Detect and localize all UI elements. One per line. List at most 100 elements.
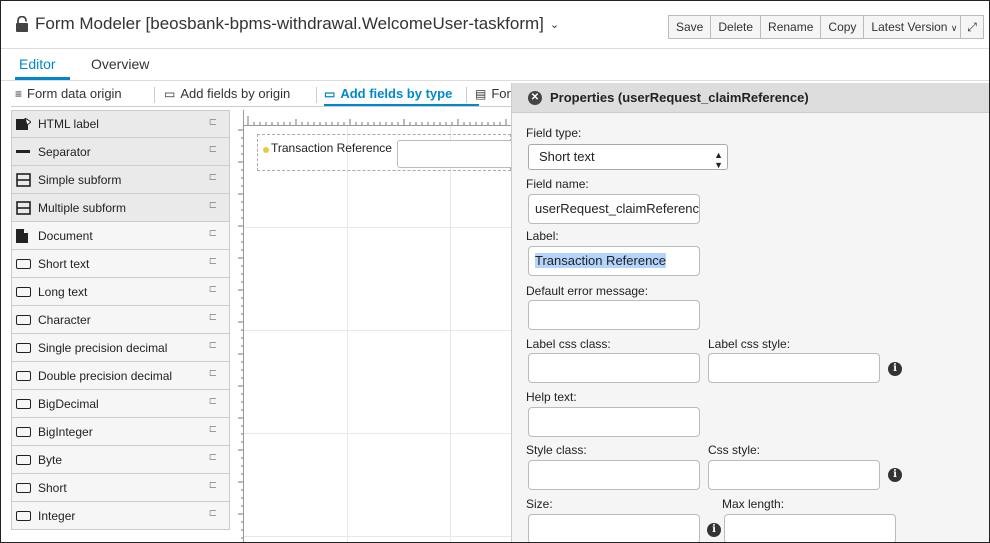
fields-icon: ▭ [324,86,336,101]
add-fields-by-type-label: Add fields by type [340,86,453,101]
palette-item-document[interactable]: Document ⊏ [11,222,230,250]
label-label: Label: [526,229,559,243]
textbox-icon [16,314,34,325]
drag-handle-icon[interactable]: ⊏ [209,508,217,519]
drag-handle-icon[interactable]: ⊏ [209,144,217,155]
palette-item-simple-subform[interactable]: Simple subform ⊏ [11,166,230,194]
divider [154,87,155,103]
drag-handle-icon[interactable]: ⊏ [209,117,217,128]
fields-icon: ▭ [164,86,176,101]
css-style-input[interactable] [708,460,880,490]
lock-icon [16,16,28,32]
palette-item-integer[interactable]: Integer ⊏ [11,502,230,530]
form-properties-tab[interactable]: ▤ For [475,86,511,101]
label-css-class-input[interactable] [528,353,700,383]
canvas-field-input[interactable] [397,140,517,168]
palette-item-single-precision-decimal[interactable]: Single precision decimal ⊏ [11,334,230,362]
add-fields-by-type-tab[interactable]: ▭ Add fields by type [324,86,452,101]
label-css-style-input[interactable] [708,353,880,383]
copy-button[interactable]: Copy [820,15,864,39]
tab-overview[interactable]: Overview [91,56,149,72]
close-icon[interactable]: ✕ [528,90,542,105]
palette-item-multiple-subform[interactable]: Multiple subform ⊏ [11,194,230,222]
palette-item-biginteger[interactable]: BigInteger ⊏ [11,418,230,446]
textbox-icon [16,426,34,437]
textbox-icon [16,454,34,465]
label-css-style-label: Label css style: [708,337,791,351]
expand-icon[interactable]: ⤢ [960,15,984,39]
field-name-input[interactable]: userRequest_claimReference [528,194,700,224]
field-marker-icon [263,147,269,153]
palette-toolbar: ≡ Form data origin ▭ Add fields by origi… [11,83,511,107]
palette-item-label: Character [38,312,91,327]
canvas-field-transaction-reference[interactable]: Transaction Reference [257,134,517,171]
drag-handle-icon[interactable]: ⊏ [209,452,217,463]
info-icon[interactable]: i [707,523,721,537]
properties-header: ✕ Properties (userRequest_claimReference… [512,83,989,113]
drag-handle-icon[interactable]: ⊏ [209,312,217,323]
horizontal-ruler [244,116,511,126]
separator-icon [16,150,34,153]
field-type-select[interactable]: Short text ▲ ▼ [528,144,728,170]
size-input[interactable] [528,514,700,542]
label-input[interactable]: Transaction Reference [528,246,700,276]
help-text-input[interactable] [528,407,700,437]
palette-item-long-text[interactable]: Long text ⊏ [11,278,230,306]
form-canvas[interactable]: Transaction Reference [230,110,517,542]
textbox-icon [16,286,34,297]
info-icon[interactable]: i [888,362,902,376]
grid-line [347,126,348,542]
save-button[interactable]: Save [668,15,711,39]
palette-item-double-precision-decimal[interactable]: Double precision decimal ⊏ [11,362,230,390]
subform-icon [16,200,34,215]
field-name-label: Field name: [526,177,589,191]
max-length-input[interactable] [724,514,896,542]
form-modeler-window: Form Modeler [beosbank-bpms-withdrawal.W… [0,0,990,543]
add-fields-by-origin-tab[interactable]: ▭ Add fields by origin [164,86,290,101]
palette-item-byte[interactable]: Byte ⊏ [11,446,230,474]
palette-item-short[interactable]: Short ⊏ [11,474,230,502]
field-type-label: Field type: [526,126,582,140]
default-error-input[interactable] [528,300,700,330]
divider [316,87,317,103]
tab-editor[interactable]: Editor [19,56,56,72]
drag-handle-icon[interactable]: ⊏ [209,172,217,183]
palette-item-html-label[interactable]: HTML label ⊏ [11,110,230,138]
drag-handle-icon[interactable]: ⊏ [209,284,217,295]
drag-handle-icon[interactable]: ⊏ [209,396,217,407]
form-data-origin-tab[interactable]: ≡ Form data origin [15,86,122,101]
chevron-down-icon: ⌄ [549,18,560,31]
database-icon: ≡ [15,86,23,101]
palette-item-short-text[interactable]: Short text ⊏ [11,250,230,278]
grid-line [244,330,511,331]
latest-version-dropdown[interactable]: Latest Version ∨ [863,15,966,39]
form-data-origin-label: Form data origin [27,86,122,101]
style-class-input[interactable] [528,460,700,490]
drag-handle-icon[interactable]: ⊏ [209,480,217,491]
rename-button[interactable]: Rename [760,15,821,39]
palette-item-character[interactable]: Character ⊏ [11,306,230,334]
palette-item-bigdecimal[interactable]: BigDecimal ⊏ [11,390,230,418]
palette-item-label: BigInteger [38,424,93,439]
drag-handle-icon[interactable]: ⊏ [209,228,217,239]
page-title[interactable]: Form Modeler [beosbank-bpms-withdrawal.W… [15,14,559,34]
info-icon[interactable]: i [888,468,902,482]
drag-handle-icon[interactable]: ⊏ [209,200,217,211]
properties-title: Properties (userRequest_claimReference) [550,90,809,105]
delete-button[interactable]: Delete [710,15,761,39]
canvas-field-label: Transaction Reference [271,141,392,155]
drag-handle-icon[interactable]: ⊏ [209,340,217,351]
vertical-ruler [238,110,244,542]
drag-handle-icon[interactable]: ⊏ [209,368,217,379]
palette-item-separator[interactable]: Separator ⊏ [11,138,230,166]
palette-item-label: Short text [38,256,90,271]
active-toolbar-indicator [324,104,479,106]
textbox-icon [16,258,34,269]
textbox-icon [16,398,34,409]
select-arrow-icon: ▲ ▼ [714,150,723,170]
divider [466,87,467,103]
html-label-icon [16,117,34,131]
max-length-label: Max length: [722,497,785,511]
drag-handle-icon[interactable]: ⊏ [209,424,217,435]
drag-handle-icon[interactable]: ⊏ [209,256,217,267]
